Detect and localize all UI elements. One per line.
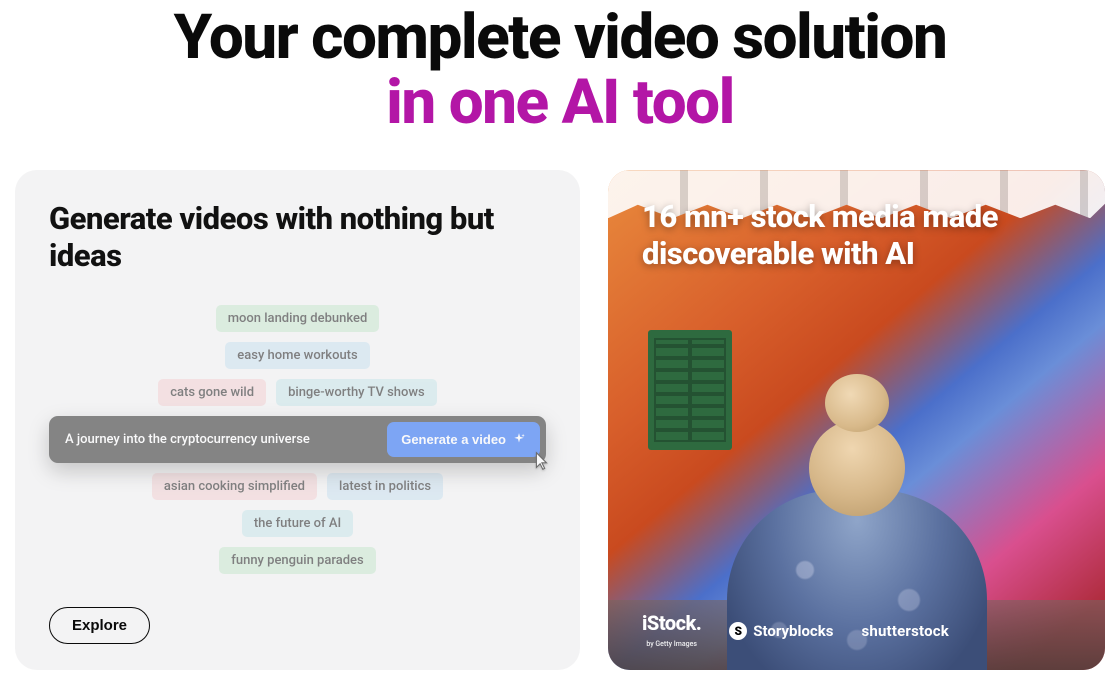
prompt-text: A journey into the cryptocurrency univer… <box>65 432 387 447</box>
suggestion-chip[interactable]: easy home workouts <box>225 342 369 369</box>
chips-area: moon landing debunked easy home workouts… <box>49 305 546 608</box>
suggestion-chip[interactable]: binge-worthy TV shows <box>276 379 437 406</box>
explore-button[interactable]: Explore <box>49 607 150 644</box>
hero-line-2: in one AI tool <box>0 70 1120 135</box>
suggestion-chip[interactable]: latest in politics <box>327 473 443 500</box>
istock-logo-text: iStock. <box>642 613 701 633</box>
suggestion-chip[interactable]: moon landing debunked <box>216 305 380 332</box>
storyblocks-logo: S Storyblocks <box>729 622 833 640</box>
suggestion-chip[interactable]: asian cooking simplified <box>152 473 317 500</box>
suggestion-chip[interactable]: funny penguin parades <box>219 547 375 574</box>
hero-heading: Your complete video solution in one AI t… <box>0 0 1120 135</box>
generate-video-label: Generate a video <box>401 432 506 447</box>
generate-card-title: Generate videos with nothing but ideas <box>49 200 546 274</box>
istock-logo-subtext: by Getty Images <box>646 641 697 648</box>
stock-media-card-title: 16 mn+ stock media made discoverable wit… <box>642 198 1071 272</box>
stock-media-card[interactable]: 16 mn+ stock media made discoverable wit… <box>608 170 1105 670</box>
prompt-bar[interactable]: A journey into the cryptocurrency univer… <box>49 416 546 463</box>
storyblocks-icon: S <box>729 622 747 640</box>
storyblocks-logo-text: Storyblocks <box>753 622 833 640</box>
suggestion-chip[interactable]: the future of AI <box>242 510 353 537</box>
sparkle-icon <box>512 432 526 446</box>
partner-logos-row: iStock. by Getty Images S Storyblocks sh… <box>642 613 949 648</box>
suggestion-chip[interactable]: cats gone wild <box>158 379 266 406</box>
generate-card: Generate videos with nothing but ideas m… <box>15 170 580 670</box>
generate-video-button[interactable]: Generate a video <box>387 422 540 457</box>
prompt-bar-wrap: A journey into the cryptocurrency univer… <box>49 416 546 463</box>
istock-logo: iStock. by Getty Images <box>642 613 701 648</box>
cards-row: Generate videos with nothing but ideas m… <box>0 170 1120 670</box>
hero-line-1: Your complete video solution <box>0 5 1120 70</box>
shutterstock-logo: shutterstock <box>861 622 949 640</box>
